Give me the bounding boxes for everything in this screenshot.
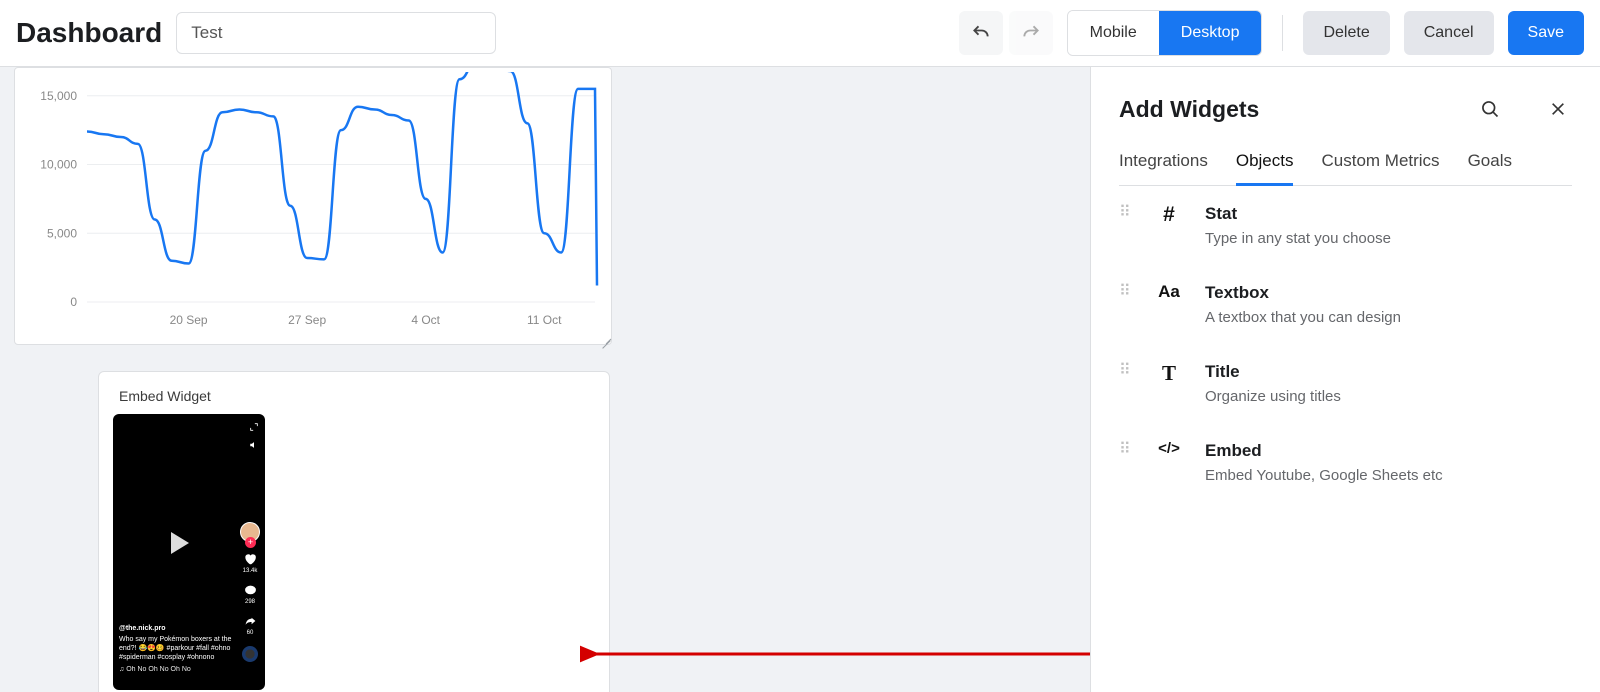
widget-item-title: Embed <box>1205 441 1443 461</box>
chart-widget[interactable]: 0 5,000 10,000 15,000 20 Sep 27 Sep 4 Oct 11 Oc… <box>14 67 612 345</box>
close-icon <box>1550 101 1566 117</box>
svg-text:11 Oct: 11 Oct <box>527 313 562 327</box>
tiktok-embed[interactable]: 13.4k 298 60 @the.nick.pro Who say my Po… <box>113 414 265 690</box>
text-aa-icon: Aa <box>1155 282 1183 302</box>
delete-button[interactable]: Delete <box>1303 11 1389 55</box>
text-t-icon: T <box>1155 361 1183 386</box>
svg-text:0: 0 <box>70 295 77 309</box>
view-desktop-button[interactable]: Desktop <box>1159 11 1262 55</box>
heart-icon <box>243 552 257 566</box>
hash-icon: # <box>1155 203 1183 227</box>
view-mobile-button[interactable]: Mobile <box>1068 11 1159 55</box>
embed-widget[interactable]: Embed Widget 13.4k 298 <box>98 371 610 692</box>
tiktok-sidebar: 13.4k 298 60 <box>240 522 260 662</box>
share-button[interactable]: 60 <box>244 615 257 636</box>
widget-item-stat[interactable]: ⠿ # Stat Type in any stat you choose <box>1119 204 1572 247</box>
drag-handle-icon[interactable]: ⠿ <box>1119 208 1133 218</box>
expand-icon[interactable] <box>249 422 259 434</box>
drag-handle-icon[interactable]: ⠿ <box>1119 366 1133 376</box>
widget-item-desc: Organize using titles <box>1205 388 1341 405</box>
search-button[interactable] <box>1476 95 1504 123</box>
top-bar: Dashboard Mobile Desktop Delete Cancel S… <box>0 0 1600 67</box>
svg-text:27 Sep: 27 Sep <box>288 313 326 327</box>
tiktok-caption-text: Who say my Pokémon boxers at the end?! 😂… <box>119 635 235 662</box>
widget-item-desc: Type in any stat you choose <box>1205 230 1391 247</box>
tab-integrations[interactable]: Integrations <box>1119 141 1208 185</box>
svg-text:20 Sep: 20 Sep <box>170 313 208 327</box>
svg-text:10,000: 10,000 <box>40 158 77 172</box>
drag-handle-icon[interactable]: ⠿ <box>1119 445 1133 455</box>
dashboard-canvas[interactable]: 0 5,000 10,000 15,000 20 Sep 27 Sep 4 Oct 11 Oc… <box>0 67 1090 692</box>
widget-item-title[interactable]: ⠿ T Title Organize using titles <box>1119 362 1572 405</box>
save-button[interactable]: Save <box>1508 11 1584 55</box>
undo-button[interactable] <box>959 11 1003 55</box>
share-icon <box>244 615 257 628</box>
redo-icon <box>1021 23 1041 43</box>
page-title: Dashboard <box>16 17 162 49</box>
widget-item-textbox[interactable]: ⠿ Aa Textbox A textbox that you can desi… <box>1119 283 1572 326</box>
svg-text:5,000: 5,000 <box>47 226 77 240</box>
add-widgets-panel: Add Widgets Integrations Objects Custom … <box>1090 67 1600 692</box>
drag-handle-icon[interactable]: ⠿ <box>1119 287 1133 297</box>
svg-text:4 Oct: 4 Oct <box>411 313 440 327</box>
like-count: 13.4k <box>243 568 258 574</box>
tab-goals[interactable]: Goals <box>1468 141 1512 185</box>
dashboard-name-input[interactable] <box>176 12 496 54</box>
comment-count: 298 <box>244 599 257 605</box>
resize-handle-icon[interactable] <box>602 335 612 345</box>
tab-custom-metrics[interactable]: Custom Metrics <box>1321 141 1439 185</box>
history-controls <box>959 11 1053 55</box>
sound-disc-icon[interactable] <box>242 646 258 662</box>
tab-objects[interactable]: Objects <box>1236 141 1294 185</box>
avatar[interactable] <box>240 522 260 542</box>
widget-item-title: Textbox <box>1205 283 1401 303</box>
embed-widget-title: Embed Widget <box>119 388 595 404</box>
annotation-arrow <box>580 639 1090 669</box>
widget-item-title: Stat <box>1205 204 1391 224</box>
code-icon: </> <box>1155 440 1183 457</box>
close-button[interactable] <box>1544 95 1572 123</box>
tiktok-caption: @the.nick.pro Who say my Pokémon boxers … <box>119 624 235 674</box>
share-count: 60 <box>244 630 257 636</box>
widget-item-title: Title <box>1205 362 1341 382</box>
redo-button[interactable] <box>1009 11 1053 55</box>
cancel-button[interactable]: Cancel <box>1404 11 1494 55</box>
divider <box>1282 15 1283 51</box>
undo-icon <box>971 23 991 43</box>
line-chart: 0 5,000 10,000 15,000 20 Sep 27 Sep 4 Oct 11 Oc… <box>23 72 605 332</box>
play-icon[interactable] <box>171 532 189 554</box>
panel-tabs: Integrations Objects Custom Metrics Goal… <box>1119 141 1572 186</box>
comment-button[interactable]: 298 <box>244 584 257 605</box>
comment-icon <box>244 584 257 597</box>
widget-item-desc: A textbox that you can design <box>1205 309 1401 326</box>
search-icon <box>1480 99 1500 119</box>
svg-text:15,000: 15,000 <box>40 89 77 103</box>
panel-title: Add Widgets <box>1119 96 1476 123</box>
view-toggle: Mobile Desktop <box>1067 10 1263 56</box>
widget-item-desc: Embed Youtube, Google Sheets etc <box>1205 467 1443 484</box>
tiktok-audio: ♫ Oh No Oh No Oh No <box>119 665 235 674</box>
widget-list: ⠿ # Stat Type in any stat you choose ⠿ A… <box>1119 204 1572 484</box>
mute-icon[interactable] <box>249 440 259 452</box>
like-button[interactable]: 13.4k <box>243 552 258 574</box>
widget-item-embed[interactable]: ⠿ </> Embed Embed Youtube, Google Sheets… <box>1119 441 1572 484</box>
tiktok-username: @the.nick.pro <box>119 624 235 633</box>
